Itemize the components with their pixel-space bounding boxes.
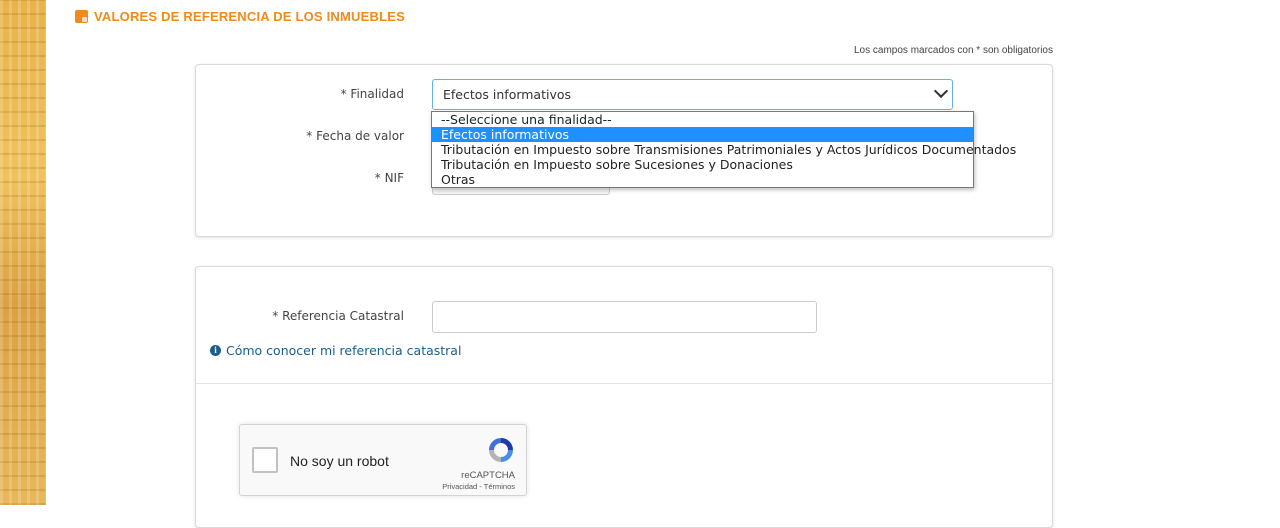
- finalidad-option[interactable]: --Seleccione una finalidad--: [432, 112, 973, 127]
- recaptcha-label: No soy un robot: [290, 453, 389, 469]
- help-link-referencia[interactable]: i Cómo conocer mi referencia catastral: [210, 343, 461, 358]
- recaptcha-checkbox[interactable]: [252, 447, 278, 473]
- finalidad-select[interactable]: Efectos informativos: [432, 79, 953, 110]
- finalidad-dropdown-list: --Seleccione una finalidad-- Efectos inf…: [431, 111, 1016, 188]
- recaptcha-widget: No soy un robot reCAPTCHA Privacidad - T…: [239, 424, 527, 496]
- finalidad-option-selected[interactable]: Efectos informativos: [432, 127, 973, 142]
- nif-label: * NIF: [374, 171, 404, 185]
- page-header: VALORES DE REFERENCIA DE LOS INMUEBLES: [75, 9, 405, 24]
- finalidad-option[interactable]: Tributación en Impuesto sobre Sucesiones…: [432, 157, 973, 172]
- divider: [196, 383, 1052, 384]
- finalidad-label: * Finalidad: [340, 87, 404, 101]
- info-icon: i: [210, 345, 221, 356]
- recaptcha-logo-icon: [489, 438, 513, 462]
- required-fields-note: Los campos marcados con * son obligatori…: [854, 45, 1053, 56]
- form-icon: [75, 10, 88, 23]
- recaptcha-brand: reCAPTCHA: [461, 470, 515, 481]
- finalidad-option[interactable]: Otras: [432, 172, 973, 187]
- referencia-catastral-input[interactable]: [432, 301, 817, 333]
- chevron-down-icon: [933, 83, 949, 99]
- help-link-text: Cómo conocer mi referencia catastral: [226, 343, 462, 358]
- finalidad-option[interactable]: Tributación en Impuesto sobre Transmisio…: [432, 142, 1016, 157]
- recaptcha-links[interactable]: Privacidad - Términos: [442, 482, 515, 491]
- cadastral-panel: * Referencia Catastral i Cómo conocer mi…: [195, 266, 1053, 528]
- decorative-side-banner: [0, 0, 46, 505]
- fecha-valor-label: * Fecha de valor: [306, 129, 404, 143]
- referencia-catastral-label: * Referencia Catastral: [272, 309, 404, 323]
- finalidad-selected-value: Efectos informativos: [443, 87, 572, 102]
- page-title: VALORES DE REFERENCIA DE LOS INMUEBLES: [94, 9, 405, 24]
